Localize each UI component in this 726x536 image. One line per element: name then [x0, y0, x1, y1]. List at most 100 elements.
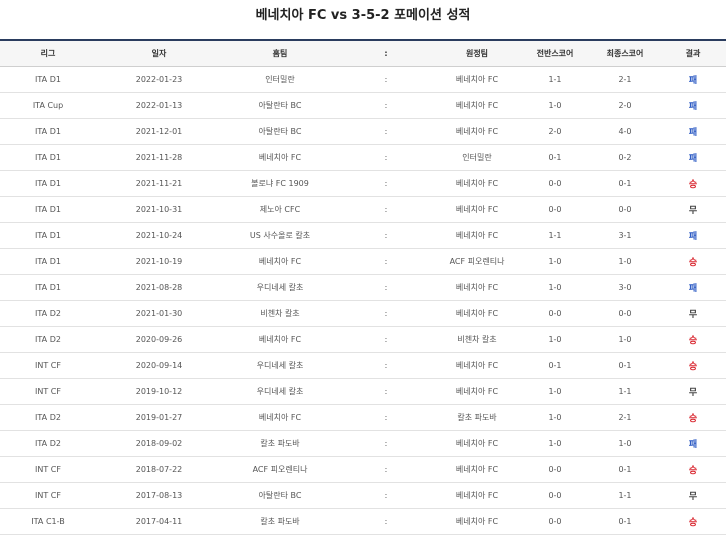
table-row: ITA D1 2021-12-01 아탈란타 BC: 베네치아 FC 2-0 4-0 패	[0, 118, 726, 145]
cell-result: 승	[660, 404, 726, 431]
cell-half-score: 1-0	[520, 430, 590, 457]
cell-final-score: 1-1	[590, 378, 660, 405]
cell-date: 2022-01-13	[96, 92, 222, 119]
cell-away-team: 베네치아 FC	[434, 66, 520, 93]
cell-final-score: 1-0	[590, 326, 660, 353]
cell-half-score: 1-1	[520, 66, 590, 93]
table-row: ITA D1 2022-01-23 인터밀란: 베네치아 FC 1-1 2-1 패	[0, 66, 726, 93]
cell-away-team: 베네치아 FC	[434, 222, 520, 249]
cell-league: ITA Cup	[0, 92, 96, 119]
cell-date: 2022-01-23	[96, 66, 222, 93]
column-header-final-score: 최종스코어	[590, 41, 660, 67]
table-row: ITA D2 2019-01-27 베네치아 FC: 칼초 파도바 1-0 2-1 승	[0, 404, 726, 431]
table-row: ITA Cup 2022-01-13 아탈란타 BC: 베네치아 FC 1-0 2-0 패	[0, 92, 726, 119]
cell-result: 무	[660, 378, 726, 405]
cell-result: 승	[660, 508, 726, 535]
cell-final-score: 3-0	[590, 274, 660, 301]
cell-away-team: 베네치아 FC	[434, 170, 520, 197]
cell-away-team: 베네치아 FC	[434, 92, 520, 119]
cell-final-score: 4-0	[590, 118, 660, 145]
cell-date: 2021-08-28	[96, 274, 222, 301]
cell-half-score: 1-0	[520, 92, 590, 119]
table-row: INT CF 2018-07-22 ACF 피오렌티나: 베네치아 FC 0-0 0-1 승	[0, 456, 726, 483]
table-row: INT CF 2019-10-12 우디네세 칼초: 베네치아 FC 1-0 1-1 무	[0, 378, 726, 405]
cell-date: 2019-01-27	[96, 404, 222, 431]
cell-date: 2021-10-19	[96, 248, 222, 275]
table-row: INT CF 2017-08-13 아탈란타 BC: 베네치아 FC 0-0 1-1 무	[0, 482, 726, 509]
cell-separator: :	[338, 196, 434, 223]
cell-separator: :	[338, 144, 434, 171]
cell-result: 승	[660, 352, 726, 379]
cell-date: 2021-01-30	[96, 300, 222, 327]
table-header-row: 리그 일자 홈팀 : 원정팀 전반스코어 최종스코어 결과	[0, 41, 726, 67]
cell-away-team: 베네치아 FC	[434, 430, 520, 457]
cell-league: INT CF	[0, 456, 96, 483]
cell-final-score: 0-1	[590, 352, 660, 379]
cell-home-team: 비첸차 칼초	[222, 300, 338, 327]
cell-home-team: 베네치아 FC	[222, 404, 338, 431]
cell-separator: :	[338, 92, 434, 119]
cell-final-score: 1-0	[590, 430, 660, 457]
cell-half-score: 1-1	[520, 222, 590, 249]
cell-away-team: 인터밀란	[434, 144, 520, 171]
column-header-result: 결과	[660, 41, 726, 67]
cell-home-team: 베네치아 FC	[222, 248, 338, 275]
cell-half-score: 0-0	[520, 482, 590, 509]
cell-half-score: 0-0	[520, 196, 590, 223]
cell-final-score: 0-1	[590, 170, 660, 197]
cell-separator: :	[338, 508, 434, 535]
cell-date: 2017-04-11	[96, 508, 222, 535]
cell-half-score: 1-0	[520, 248, 590, 275]
cell-result: 무	[660, 482, 726, 509]
cell-league: ITA D1	[0, 196, 96, 223]
cell-league: ITA D1	[0, 118, 96, 145]
cell-result: 패	[660, 430, 726, 457]
cell-result: 승	[660, 456, 726, 483]
cell-result: 패	[660, 144, 726, 171]
cell-date: 2020-09-26	[96, 326, 222, 353]
cell-half-score: 0-0	[520, 456, 590, 483]
cell-home-team: 베네치아 FC	[222, 326, 338, 353]
cell-league: ITA D1	[0, 274, 96, 301]
column-header-half-score: 전반스코어	[520, 41, 590, 67]
cell-league: ITA D2	[0, 326, 96, 353]
cell-final-score: 2-1	[590, 66, 660, 93]
cell-half-score: 0-0	[520, 300, 590, 327]
cell-home-team: 칼초 파도바	[222, 508, 338, 535]
cell-final-score: 2-1	[590, 404, 660, 431]
cell-final-score: 2-0	[590, 92, 660, 119]
cell-date: 2021-12-01	[96, 118, 222, 145]
cell-date: 2021-10-24	[96, 222, 222, 249]
column-header-separator: :	[338, 41, 434, 67]
cell-half-score: 1-0	[520, 326, 590, 353]
column-header-away-team: 원정팀	[434, 41, 520, 67]
cell-result: 승	[660, 326, 726, 353]
cell-final-score: 0-1	[590, 508, 660, 535]
cell-separator: :	[338, 118, 434, 145]
cell-half-score: 1-0	[520, 274, 590, 301]
table-row: ITA D2 2021-01-30 비첸차 칼초: 베네치아 FC 0-0 0-0 무	[0, 300, 726, 327]
results-table: 리그 일자 홈팀 : 원정팀 전반스코어 최종스코어 결과 ITA D1 2022…	[0, 41, 726, 535]
results-table-wrapper: 리그 일자 홈팀 : 원정팀 전반스코어 최종스코어 결과 ITA D1 2022…	[0, 39, 726, 535]
cell-separator: :	[338, 248, 434, 275]
cell-half-score: 2-0	[520, 118, 590, 145]
page-title: 베네치아 FC vs 3-5-2 포메이션 성적	[255, 8, 471, 23]
cell-away-team: 베네치아 FC	[434, 482, 520, 509]
cell-result: 패	[660, 92, 726, 119]
cell-league: ITA D1	[0, 144, 96, 171]
cell-away-team: 베네치아 FC	[434, 352, 520, 379]
cell-separator: :	[338, 456, 434, 483]
cell-final-score: 0-0	[590, 196, 660, 223]
cell-away-team: 칼초 파도바	[434, 404, 520, 431]
cell-result: 무	[660, 300, 726, 327]
cell-date: 2021-11-21	[96, 170, 222, 197]
cell-away-team: 베네치아 FC	[434, 196, 520, 223]
cell-away-team: 베네치아 FC	[434, 274, 520, 301]
cell-final-score: 1-1	[590, 482, 660, 509]
cell-home-team: 제노아 CFC	[222, 196, 338, 223]
cell-final-score: 0-0	[590, 300, 660, 327]
cell-result: 패	[660, 66, 726, 93]
table-row: ITA D1 2021-11-28 베네치아 FC: 인터밀란 0-1 0-2 패	[0, 144, 726, 171]
cell-away-team: 베네치아 FC	[434, 300, 520, 327]
cell-home-team: 아탈란타 BC	[222, 482, 338, 509]
